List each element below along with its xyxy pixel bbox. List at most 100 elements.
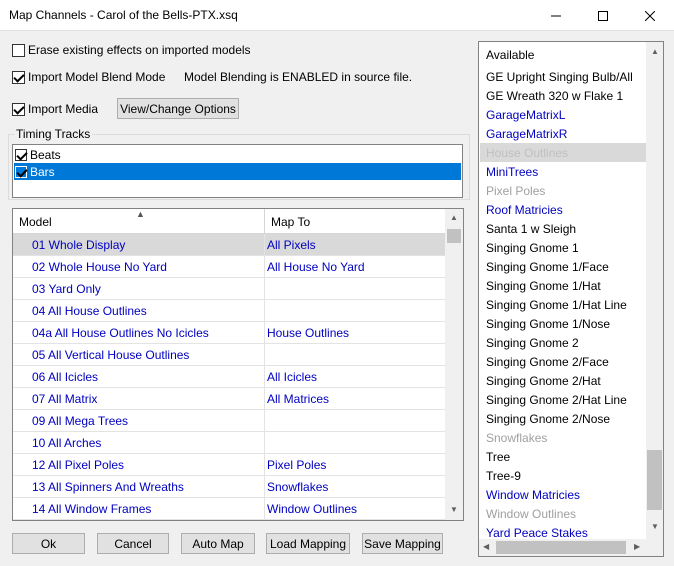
model-cell[interactable]: 10 All Arches [32, 436, 101, 450]
list-vertical-scrollbar[interactable]: ▲ ▼ [646, 42, 663, 556]
list-item[interactable]: Singing Gnome 1/Hat [480, 276, 646, 295]
table-row[interactable]: 10 All Arches [13, 432, 445, 454]
table-row[interactable]: 02 Whole House No Yard All House No Yard [13, 256, 445, 278]
map-to-cell[interactable]: All Matrices [267, 392, 329, 406]
list-item[interactable]: MiniTrees [480, 162, 646, 181]
list-scroll-up-icon[interactable]: ▲ [651, 47, 659, 56]
list-hscroll-thumb[interactable] [496, 541, 626, 554]
table-row[interactable]: 03 Yard Only [13, 278, 445, 300]
model-cell[interactable]: 07 All Matrix [32, 392, 97, 406]
column-header-map-to[interactable]: Map To [271, 215, 310, 229]
table-row[interactable]: 12 All Pixel Poles Pixel Poles [13, 454, 445, 476]
save-mapping-button[interactable]: Save Mapping [362, 533, 443, 554]
list-item[interactable]: Tree [480, 447, 646, 466]
erase-effects-checkbox[interactable] [12, 43, 25, 57]
timing-track-item[interactable]: Beats [14, 146, 461, 163]
model-mapping-grid[interactable]: ▲ Model Map To 01 Whole Display All Pixel… [12, 208, 464, 521]
list-item[interactable]: Singing Gnome 2/Hat [480, 371, 646, 390]
list-item[interactable]: Window Outlines [480, 504, 646, 523]
list-item[interactable]: GE Wreath 320 w Flake 1 [480, 86, 646, 105]
model-cell[interactable]: 09 All Mega Trees [32, 414, 128, 428]
map-to-cell[interactable]: House Outlines [267, 326, 349, 340]
list-scroll-down-icon[interactable]: ▼ [651, 522, 659, 531]
model-cell[interactable]: 14 All Window Frames [32, 502, 151, 516]
cancel-button[interactable]: Cancel [97, 533, 169, 554]
grid-vertical-scrollbar[interactable]: ▲ ▼ [445, 209, 463, 520]
list-item[interactable]: GarageMatrixL [480, 105, 646, 124]
list-horizontal-scrollbar[interactable]: ◀ ▶ [479, 539, 646, 556]
table-row[interactable]: 01 Whole Display All Pixels [13, 234, 445, 256]
model-cell[interactable]: 06 All Icicles [32, 370, 98, 384]
table-row[interactable]: 14 All Window Frames Window Outlines [13, 498, 445, 520]
list-item[interactable]: Singing Gnome 1/Nose [480, 314, 646, 333]
list-item[interactable]: Singing Gnome 2/Nose [480, 409, 646, 428]
model-cell[interactable]: 13 All Spinners And Wreaths [32, 480, 184, 494]
cell-divider [264, 432, 265, 454]
list-item[interactable]: House Outlines [480, 143, 646, 162]
list-item[interactable]: Singing Gnome 1 [480, 238, 646, 257]
table-row[interactable]: 09 All Mega Trees [13, 410, 445, 432]
map-to-cell[interactable]: All Pixels [267, 238, 316, 252]
column-header-model[interactable]: Model [19, 215, 52, 229]
list-item[interactable]: GarageMatrixR [480, 124, 646, 143]
import-blend-option[interactable]: Import Model Blend Mode [12, 70, 165, 84]
minimize-button[interactable] [533, 0, 579, 31]
model-cell[interactable]: 12 All Pixel Poles [32, 458, 124, 472]
list-item[interactable]: Singing Gnome 1/Face [480, 257, 646, 276]
table-row[interactable]: 06 All Icicles All Icicles [13, 366, 445, 388]
list-item[interactable]: Pixel Poles [480, 181, 646, 200]
table-row[interactable]: 13 All Spinners And Wreaths Snowflakes [13, 476, 445, 498]
model-cell[interactable]: 03 Yard Only [32, 282, 101, 296]
available-models-list[interactable]: Available GE Upright Singing Bulb/All GE … [478, 41, 664, 557]
view-change-options-button[interactable]: View/Change Options [117, 98, 239, 119]
list-item[interactable]: Singing Gnome 2/Hat Line [480, 390, 646, 409]
model-cell[interactable]: 05 All Vertical House Outlines [32, 348, 189, 362]
map-to-cell[interactable]: Pixel Poles [267, 458, 326, 472]
list-item[interactable]: GE Upright Singing Bulb/All [480, 67, 646, 86]
timing-tracks-list[interactable]: Beats Bars [12, 144, 463, 198]
map-to-cell[interactable]: All Icicles [267, 370, 317, 384]
list-item[interactable]: Tree-9 [480, 466, 646, 485]
timing-track-item[interactable]: Bars [14, 163, 461, 180]
cell-divider [264, 476, 265, 498]
timing-track-checkbox[interactable] [15, 148, 27, 161]
model-cell[interactable]: 01 Whole Display [32, 238, 125, 252]
map-to-cell[interactable]: All House No Yard [267, 260, 365, 274]
list-item[interactable]: Singing Gnome 2/Face [480, 352, 646, 371]
scroll-up-icon[interactable]: ▲ [450, 213, 458, 222]
timing-track-checkbox[interactable] [15, 165, 27, 178]
map-to-cell[interactable]: Snowflakes [267, 480, 328, 494]
table-row[interactable]: 04a All House Outlines No Icicles House O… [13, 322, 445, 344]
scroll-down-icon[interactable]: ▼ [450, 505, 458, 514]
list-item[interactable]: Snowflakes [480, 428, 646, 447]
list-scroll-right-icon[interactable]: ▶ [634, 542, 640, 551]
model-cell[interactable]: 04 All House Outlines [32, 304, 147, 318]
list-item[interactable]: Santa 1 w Sleigh [480, 219, 646, 238]
load-mapping-button[interactable]: Load Mapping [266, 533, 350, 554]
table-row[interactable]: 07 All Matrix All Matrices [13, 388, 445, 410]
grid-scroll-thumb[interactable] [447, 229, 461, 243]
maximize-button[interactable] [580, 0, 626, 31]
import-blend-checkbox[interactable] [12, 70, 25, 84]
list-item[interactable]: Roof Matricies [480, 200, 646, 219]
table-row[interactable]: 04 All House Outlines [13, 300, 445, 322]
timing-tracks-label: Timing Tracks [14, 127, 93, 141]
table-row[interactable]: 05 All Vertical House Outlines [13, 344, 445, 366]
import-media-option[interactable]: Import Media [12, 102, 98, 116]
import-media-checkbox[interactable] [12, 102, 25, 116]
import-media-label: Import Media [28, 102, 99, 116]
list-item[interactable]: Singing Gnome 2 [480, 333, 646, 352]
model-cell[interactable]: 02 Whole House No Yard [32, 260, 167, 274]
erase-effects-option[interactable]: Erase existing effects on imported model… [12, 43, 251, 57]
close-button[interactable] [627, 0, 673, 31]
blend-status-note: Model Blending is ENABLED in source file… [184, 70, 413, 84]
map-to-cell[interactable]: Window Outlines [267, 502, 357, 516]
list-scroll-left-icon[interactable]: ◀ [483, 542, 489, 551]
auto-map-button[interactable]: Auto Map [181, 533, 255, 554]
list-item[interactable]: Window Matricies [480, 485, 646, 504]
ok-button[interactable]: Ok [12, 533, 85, 554]
list-item[interactable]: Singing Gnome 1/Hat Line [480, 295, 646, 314]
import-blend-label: Import Model Blend Mode [28, 70, 166, 84]
list-scroll-thumb[interactable] [647, 450, 662, 510]
model-cell[interactable]: 04a All House Outlines No Icicles [32, 326, 209, 340]
